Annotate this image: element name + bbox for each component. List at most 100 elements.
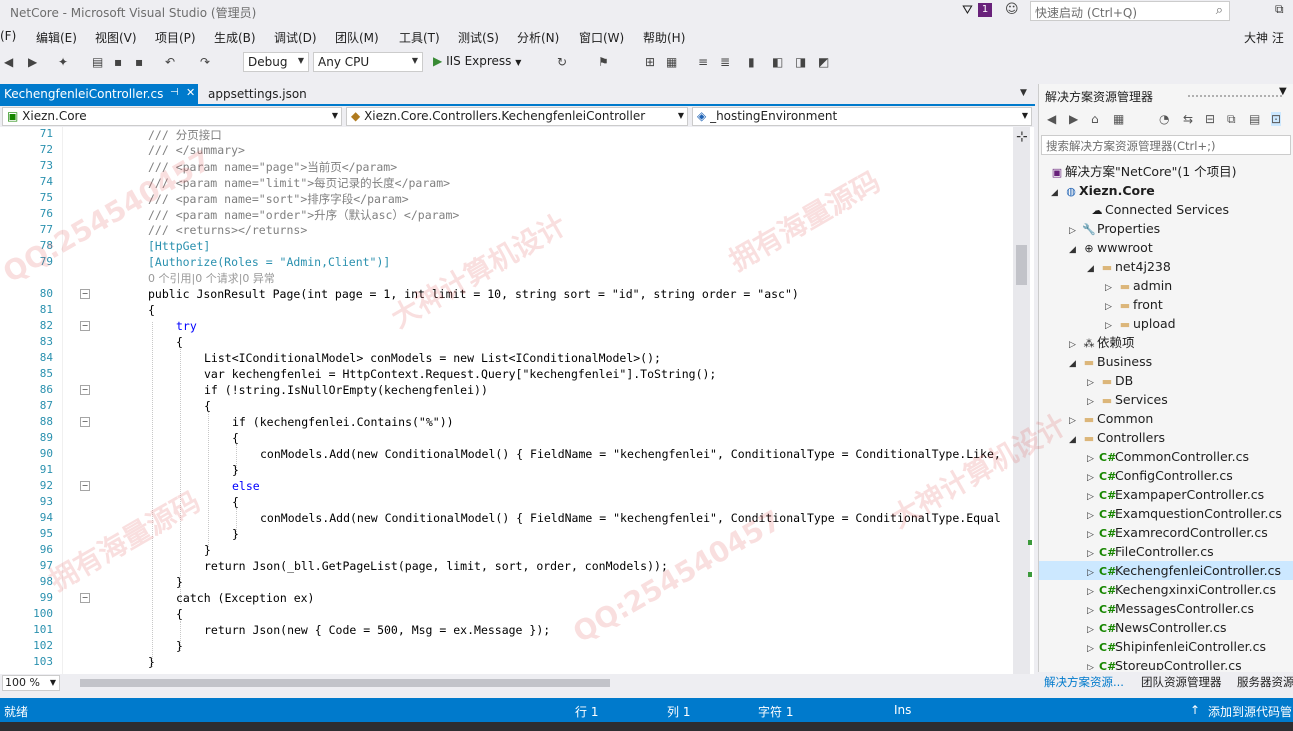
- solution-config-select[interactable]: Debug ▼: [243, 52, 309, 72]
- sync-icon[interactable]: ⇆: [1183, 112, 1193, 126]
- tree-file[interactable]: ▷ C#ExamquestionController.cs: [1087, 504, 1282, 523]
- tree-project-xiezn-core[interactable]: ◢ ◍ Xiezn.Core: [1051, 181, 1155, 200]
- open-file-icon[interactable]: ▤: [92, 55, 103, 69]
- tree-connected-services[interactable]: ☁ Connected Services: [1089, 200, 1230, 219]
- tab-team-explorer[interactable]: 团队资源管理器: [1141, 674, 1222, 690]
- feedback-icon[interactable]: ☺: [1005, 2, 1019, 17]
- platform-select[interactable]: Any CPU ▼: [313, 52, 423, 72]
- save-all-icon[interactable]: ▪: [135, 55, 143, 69]
- menu-test[interactable]: 测试(S): [458, 29, 499, 46]
- collapse-icon[interactable]: −: [80, 593, 90, 603]
- menu-build[interactable]: 生成(B): [214, 29, 256, 46]
- menu-help[interactable]: 帮助(H): [643, 29, 685, 46]
- tree-file[interactable]: ▷ C#KechengxinxiController.cs: [1087, 580, 1276, 599]
- menu-analyze[interactable]: 分析(N): [517, 29, 559, 46]
- back-icon[interactable]: ◀: [4, 55, 13, 69]
- collapse-all-icon[interactable]: ⊟: [1205, 112, 1215, 126]
- tree-wwwroot[interactable]: ◢ ⊕ wwwroot: [1069, 238, 1153, 257]
- close-icon[interactable]: ✕: [186, 86, 195, 99]
- tree-upload[interactable]: ▷ ▬ upload: [1105, 314, 1176, 333]
- tree-properties[interactable]: ▷ 🔧Properties: [1069, 219, 1160, 238]
- panel-menu-icon[interactable]: ▼: [1279, 86, 1287, 97]
- menu-team[interactable]: 团队(M): [335, 29, 379, 46]
- tab-server-explorer[interactable]: 服务器资源: [1237, 674, 1293, 690]
- tree-file[interactable]: ▷ C#MessagesController.cs: [1087, 599, 1254, 618]
- bookmark-icon[interactable]: ▮: [748, 55, 755, 69]
- filter-icon[interactable]: ⛛: [962, 3, 973, 18]
- zoom-select[interactable]: 100 % ▼: [2, 675, 60, 691]
- forward-icon[interactable]: ▶: [28, 55, 37, 69]
- indent-icon[interactable]: ≡: [698, 55, 708, 69]
- member-select[interactable]: ◈ _hostingEnvironment ▼: [692, 107, 1032, 126]
- split-window-icon[interactable]: ⊹: [1016, 129, 1028, 145]
- tree-front[interactable]: ▷ ▬ front: [1105, 295, 1163, 314]
- menu-edit[interactable]: 编辑(E): [36, 29, 77, 46]
- tree-file[interactable]: ▷ C#ExampaperController.cs: [1087, 485, 1264, 504]
- start-debugging-button[interactable]: ▶ IIS Express ▼: [433, 54, 521, 68]
- refresh-icon[interactable]: ↻: [557, 55, 567, 69]
- switch-views-icon[interactable]: ▦: [1113, 112, 1124, 126]
- forward-icon[interactable]: ▶: [1069, 112, 1078, 126]
- tree-solution[interactable]: ▣ 解决方案"NetCore"(1 个项目): [1049, 162, 1237, 181]
- class-view-icon[interactable]: ⊞: [645, 55, 655, 69]
- bookmark-next-icon[interactable]: ◨: [795, 55, 806, 69]
- user-name[interactable]: 大神 汪: [1244, 29, 1284, 46]
- collapse-icon[interactable]: −: [80, 289, 90, 299]
- tab-kechengfenlei-controller[interactable]: KechengfenleiController.cs ⊣ ✕: [0, 84, 198, 104]
- collapse-icon[interactable]: −: [80, 385, 90, 395]
- preview-icon[interactable]: ⊡: [1271, 112, 1282, 126]
- tree-file-selected[interactable]: ▷ C#KechengfenleiController.cs: [1039, 561, 1293, 580]
- show-all-files-icon[interactable]: ⧉: [1227, 112, 1236, 127]
- new-project-icon[interactable]: ✦: [58, 55, 68, 69]
- tree-file[interactable]: ▷ C#ShipinfenleiController.cs: [1087, 637, 1266, 656]
- tree-admin[interactable]: ▷ ▬ admin: [1105, 276, 1172, 295]
- tree-db[interactable]: ▷ ▬ DB: [1087, 371, 1133, 390]
- outdent-icon[interactable]: ≣: [720, 55, 730, 69]
- codelens-references[interactable]: 0 个引用|0 个请求|0 异常: [148, 270, 275, 286]
- menu-project[interactable]: 项目(P): [155, 29, 196, 46]
- collapse-icon[interactable]: −: [80, 321, 90, 331]
- menu-view[interactable]: 视图(V): [95, 29, 137, 46]
- vertical-scrollbar[interactable]: ⊹: [1013, 127, 1030, 674]
- save-icon[interactable]: ▪: [114, 55, 122, 69]
- collapse-icon[interactable]: −: [80, 417, 90, 427]
- redo-icon[interactable]: ↷: [200, 55, 210, 69]
- properties-icon[interactable]: ▤: [1249, 112, 1260, 126]
- panel-grip[interactable]: [1187, 94, 1282, 98]
- menu-tools[interactable]: 工具(T): [399, 29, 440, 46]
- tree-dependencies[interactable]: ▷ ⁂ 依赖项: [1069, 333, 1135, 352]
- tree-file[interactable]: ▷ C#ExamrecordController.cs: [1087, 523, 1268, 542]
- tab-appsettings[interactable]: appsettings.json: [208, 87, 307, 101]
- home-icon[interactable]: ⌂: [1091, 112, 1099, 126]
- tab-overflow-icon[interactable]: ▼: [1020, 88, 1027, 98]
- collapse-icon[interactable]: −: [80, 481, 90, 491]
- tab-solution-explorer[interactable]: 解决方案资源...: [1044, 674, 1124, 690]
- tree-file[interactable]: ▷ C#CommonController.cs: [1087, 447, 1249, 466]
- tree-file[interactable]: ▷ C#NewsController.cs: [1087, 618, 1226, 637]
- tree-net4j238[interactable]: ◢ ▬ net4j238: [1087, 257, 1171, 276]
- scrollbar-thumb[interactable]: [1016, 245, 1027, 285]
- bookmark-clear-icon[interactable]: ◩: [818, 55, 829, 69]
- undo-icon[interactable]: ↶: [165, 55, 175, 69]
- notification-badge[interactable]: 1: [978, 3, 992, 17]
- tree-file[interactable]: ▷ C#ConfigController.cs: [1087, 466, 1233, 485]
- tree-file[interactable]: ▷ C#StoreupController.cs: [1087, 656, 1242, 670]
- tree-common[interactable]: ▷ ▬ Common: [1069, 409, 1153, 428]
- code-editor[interactable]: 71 72 73 74 75 76 77 78 79 80 81 82 83 8…: [0, 127, 1034, 674]
- project-select[interactable]: ▣ Xiezn.Core ▼: [2, 107, 342, 126]
- tree-file[interactable]: ▷ C#FileController.cs: [1087, 542, 1214, 561]
- solution-search-input[interactable]: 搜索解决方案资源管理器(Ctrl+;): [1041, 135, 1291, 155]
- menu-file[interactable]: (F): [0, 29, 16, 43]
- back-icon[interactable]: ◀: [1047, 112, 1056, 126]
- pending-changes-icon[interactable]: ◔: [1159, 112, 1169, 126]
- tree-business[interactable]: ◢ ▬ Business: [1069, 352, 1152, 371]
- tree-controllers[interactable]: ◢ ▬ Controllers: [1069, 428, 1165, 447]
- tree-services[interactable]: ▷ ▬ Services: [1087, 390, 1168, 409]
- horizontal-scrollbar-thumb[interactable]: [80, 679, 610, 687]
- bookmark-prev-icon[interactable]: ◧: [772, 55, 783, 69]
- pin-icon[interactable]: ⊣: [170, 87, 179, 98]
- find-icon[interactable]: ⚑: [598, 55, 609, 69]
- class-select[interactable]: ◆ Xiezn.Core.Controllers.KechengfenleiCo…: [346, 107, 688, 126]
- menu-debug[interactable]: 调试(D): [274, 29, 317, 46]
- properties-icon[interactable]: ▦: [666, 55, 677, 69]
